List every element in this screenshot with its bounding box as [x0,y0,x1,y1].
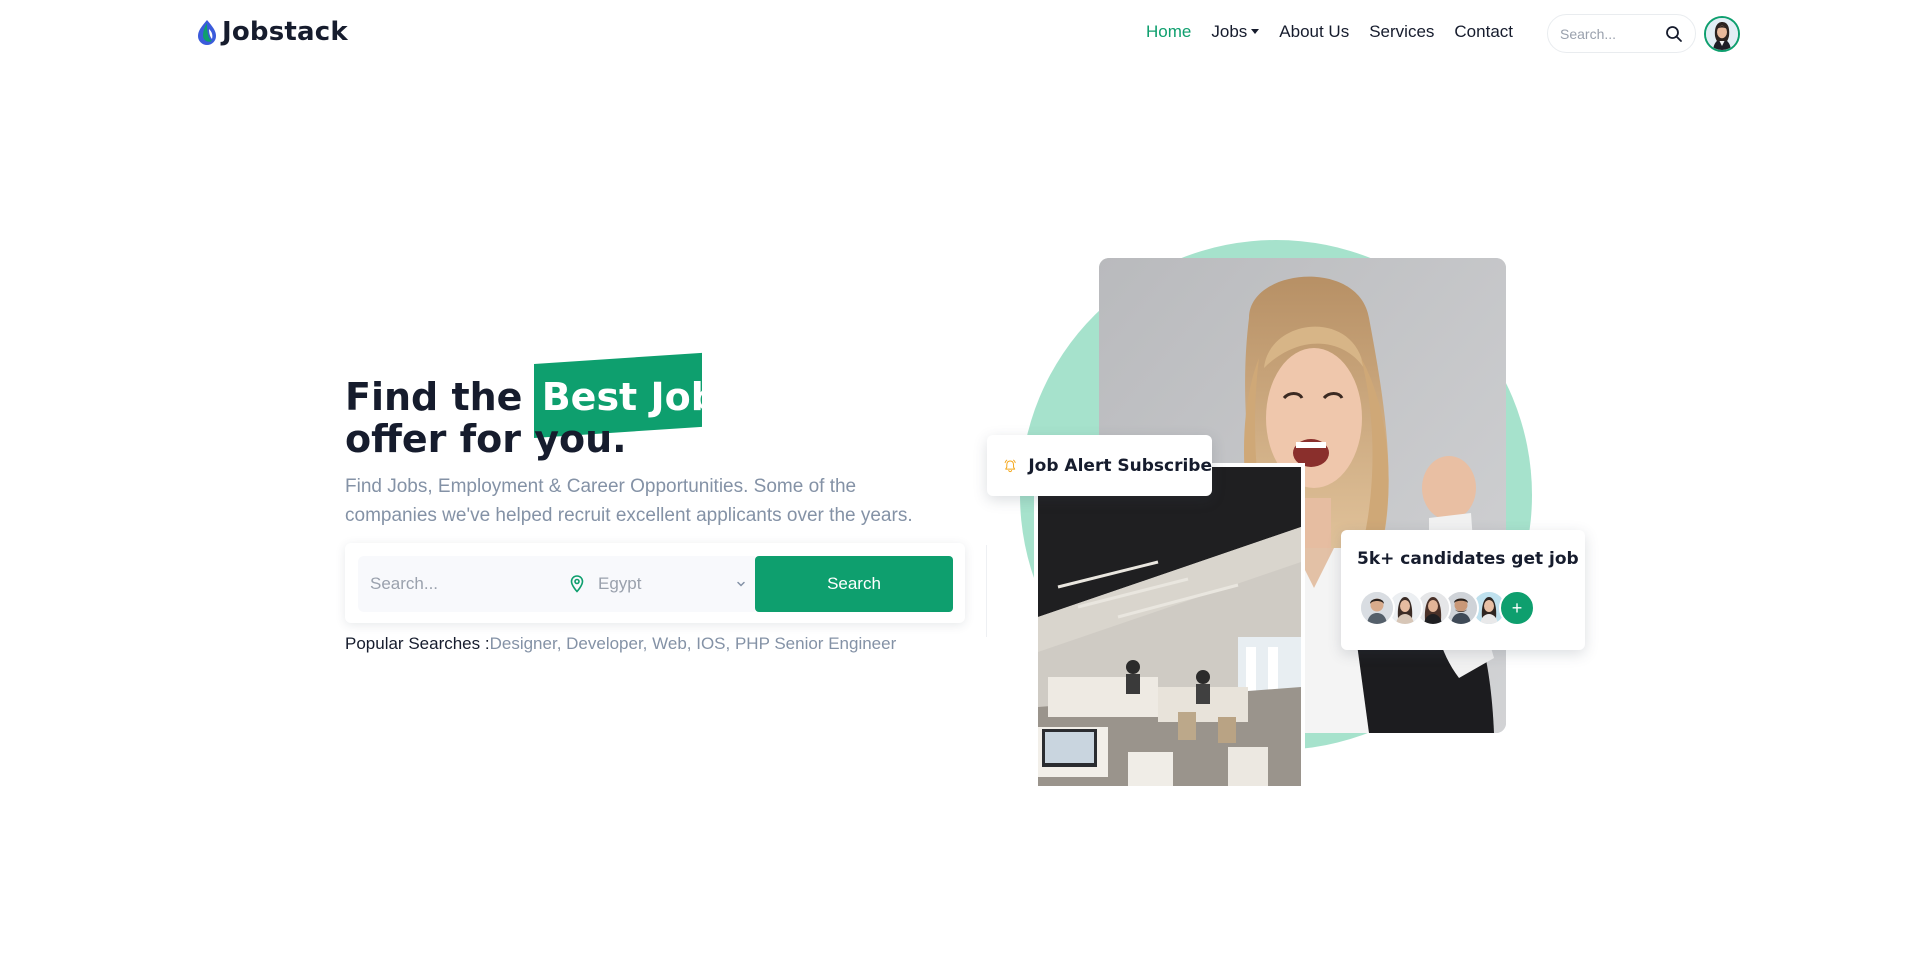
brand-logo-link[interactable]: Jobstack [196,17,348,47]
jobstack-logo-icon [198,20,216,45]
location-select[interactable]: Egypt [558,556,755,612]
location-selected-value: Egypt [598,574,642,593]
popular-searches-tags[interactable]: Designer, Developer, Web, IOS, PHP Senio… [490,634,897,653]
navbar-search-input[interactable] [1560,25,1660,42]
office-interior-image [1038,467,1301,786]
nav-contact[interactable]: Contact [1454,22,1513,42]
hero-title-prefix: Find the [345,375,523,419]
office-photo [1034,463,1305,790]
job-alert-card[interactable]: Job Alert Subscribe [987,435,1212,496]
job-alert-label: Job Alert Subscribe [1028,455,1212,476]
popular-searches: Popular Searches :Designer, Developer, W… [345,634,896,654]
search-button[interactable]: Search [755,556,953,612]
divider [986,545,987,637]
bell-icon [1004,459,1016,472]
navbar: Jobstack Home Jobs About Us Services Con… [0,0,1905,68]
user-avatar[interactable] [1704,16,1740,52]
nav-services[interactable]: Services [1369,22,1434,42]
chevron-down-icon [737,581,745,587]
candidates-label: 5k+ candidates get job [1357,549,1579,569]
candidate-avatar-group: + [1359,590,1535,626]
candidates-card: 5k+ candidates get job + [1341,530,1585,650]
navbar-search [1547,14,1696,53]
job-search-form: Egypt Search [345,543,965,623]
brand-name: Jobstack [222,17,348,47]
hero-title-highlight: Best Job [533,352,718,438]
keyword-search-input[interactable] [358,556,558,612]
popular-searches-label: Popular Searches : [345,634,490,653]
hero-title-line-1: Find the Best Job [345,352,718,438]
nav-jobs-dropdown[interactable]: Jobs [1211,22,1260,42]
nav-home[interactable]: Home [1146,22,1191,42]
user-avatar-icon [1706,18,1738,50]
hero-title-highlight-text: Best Job [541,375,718,419]
hero-title-line-2: offer for you. [345,417,627,461]
main-nav: Home Jobs About Us Services Contact [1146,22,1513,42]
candidate-avatar [1359,590,1395,626]
caret-down-icon [1251,29,1260,34]
keyword-field [358,556,558,612]
hero-title: Find the Best Job offer for you. [345,352,718,461]
search-icon[interactable] [1665,25,1683,43]
nav-about-us[interactable]: About Us [1279,22,1349,42]
add-candidate-button[interactable]: + [1499,590,1535,626]
map-pin-icon [570,575,584,593]
nav-jobs-label: Jobs [1211,22,1248,41]
hero-description: Find Jobs, Employment & Career Opportuni… [345,476,913,526]
